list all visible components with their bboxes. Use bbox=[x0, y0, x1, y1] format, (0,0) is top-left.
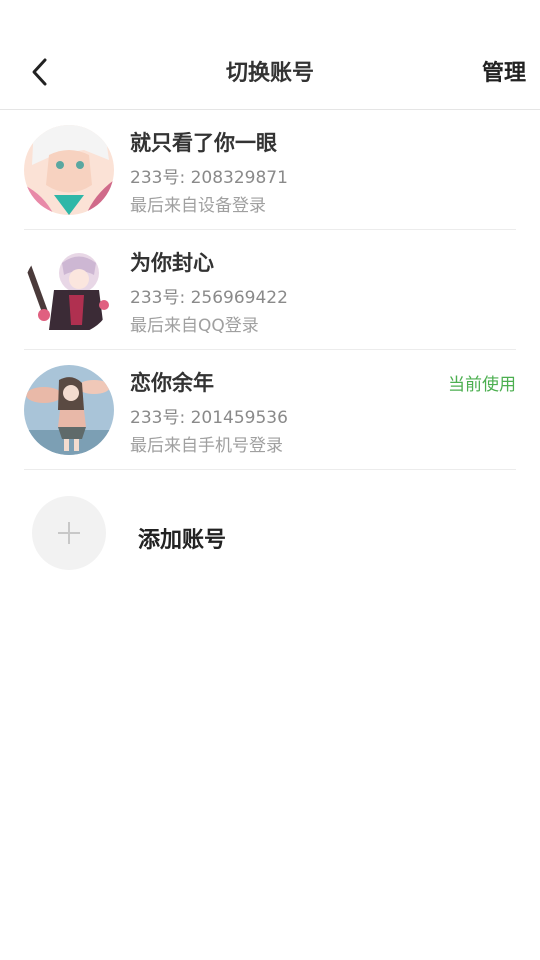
login-source: 最后来自手机号登录 bbox=[130, 436, 283, 456]
account-id: 233号: 208329871 bbox=[130, 168, 288, 188]
account-list: 就只看了你一眼 233号: 208329871 最后来自设备登录 为你封心 23… bbox=[24, 110, 516, 470]
account-row[interactable]: 恋你余年 当前使用 233号: 201459536 最后来自手机号登录 bbox=[24, 350, 516, 470]
account-id: 233号: 201459536 bbox=[130, 408, 288, 428]
page-title: 切换账号 bbox=[225, 61, 314, 86]
add-account-button[interactable]: 添加账号 bbox=[32, 496, 512, 570]
account-id: 233号: 256969422 bbox=[130, 288, 288, 308]
account-name: 就只看了你一眼 bbox=[130, 131, 277, 155]
login-source: 最后来自设备登录 bbox=[130, 196, 266, 216]
avatar bbox=[24, 365, 114, 455]
account-row[interactable]: 为你封心 233号: 256969422 最后来自QQ登录 bbox=[24, 230, 516, 350]
avatar bbox=[24, 245, 114, 335]
manage-button[interactable]: 管理 bbox=[482, 55, 526, 87]
current-account-badge: 当前使用 bbox=[448, 375, 516, 395]
account-row[interactable]: 就只看了你一眼 233号: 208329871 最后来自设备登录 bbox=[24, 110, 516, 230]
add-account-circle bbox=[32, 496, 106, 570]
plus-icon bbox=[58, 522, 80, 544]
avatar bbox=[24, 125, 114, 215]
login-source: 最后来自QQ登录 bbox=[130, 316, 259, 336]
account-name: 为你封心 bbox=[130, 251, 214, 275]
account-name: 恋你余年 bbox=[130, 371, 214, 395]
top-bar: 切换账号 管理 bbox=[0, 0, 540, 110]
add-account-label: 添加账号 bbox=[138, 528, 227, 553]
